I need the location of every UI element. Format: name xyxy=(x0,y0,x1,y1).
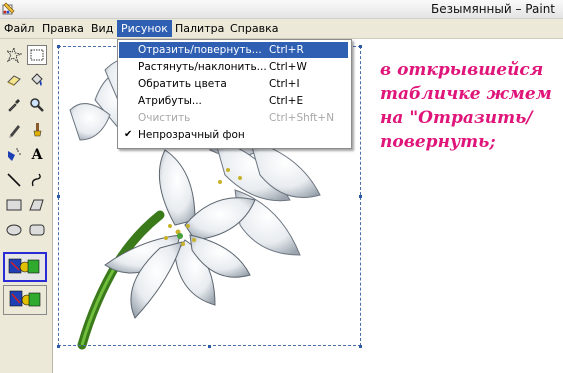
resize-handle[interactable] xyxy=(359,195,362,198)
resize-handle[interactable] xyxy=(57,45,60,48)
instruction-annotation: в открывшейся табличке жмем на "Отразить… xyxy=(380,60,552,152)
menu-item-shortcut: Ctrl+R xyxy=(269,44,304,56)
menu-item-shortcut: Ctrl+I xyxy=(269,78,300,90)
menu-item-attributes[interactable]: Атрибуты... Ctrl+E xyxy=(119,93,348,109)
menu-item-label: Непрозрачный фон xyxy=(138,129,245,141)
menu-item-flip-rotate[interactable]: Отразить/повернуть... Ctrl+R xyxy=(119,42,348,58)
menu-item-label: Отразить/повернуть... xyxy=(138,44,262,56)
menu-item-shortcut: Ctrl+E xyxy=(269,95,304,107)
menu-item-shortcut: Ctrl+W xyxy=(269,61,307,73)
menu-item-invert-colors[interactable]: Обратить цвета Ctrl+I xyxy=(119,76,348,92)
menu-item-label: Обратить цвета xyxy=(138,78,227,90)
image-menu-dropdown: Отразить/повернуть... Ctrl+R Растянуть/н… xyxy=(117,39,352,149)
menu-item-label: Растянуть/наклонить... xyxy=(138,61,267,73)
menu-item-clear[interactable]: Очистить Ctrl+Shft+N xyxy=(119,110,348,126)
resize-handle[interactable] xyxy=(57,195,60,198)
resize-handle[interactable] xyxy=(208,345,211,348)
resize-handle[interactable] xyxy=(359,45,362,48)
resize-handle[interactable] xyxy=(359,345,362,348)
menu-item-shortcut: Ctrl+Shft+N xyxy=(269,112,335,124)
menu-item-label: Атрибуты... xyxy=(138,95,202,107)
menu-item-label: Очистить xyxy=(138,112,191,124)
menu-item-opaque-background[interactable]: ✔ Непрозрачный фон xyxy=(119,127,348,143)
resize-handle[interactable] xyxy=(57,345,60,348)
checkmark-icon: ✔ xyxy=(124,129,133,140)
menu-item-stretch-skew[interactable]: Растянуть/наклонить... Ctrl+W xyxy=(119,59,348,75)
